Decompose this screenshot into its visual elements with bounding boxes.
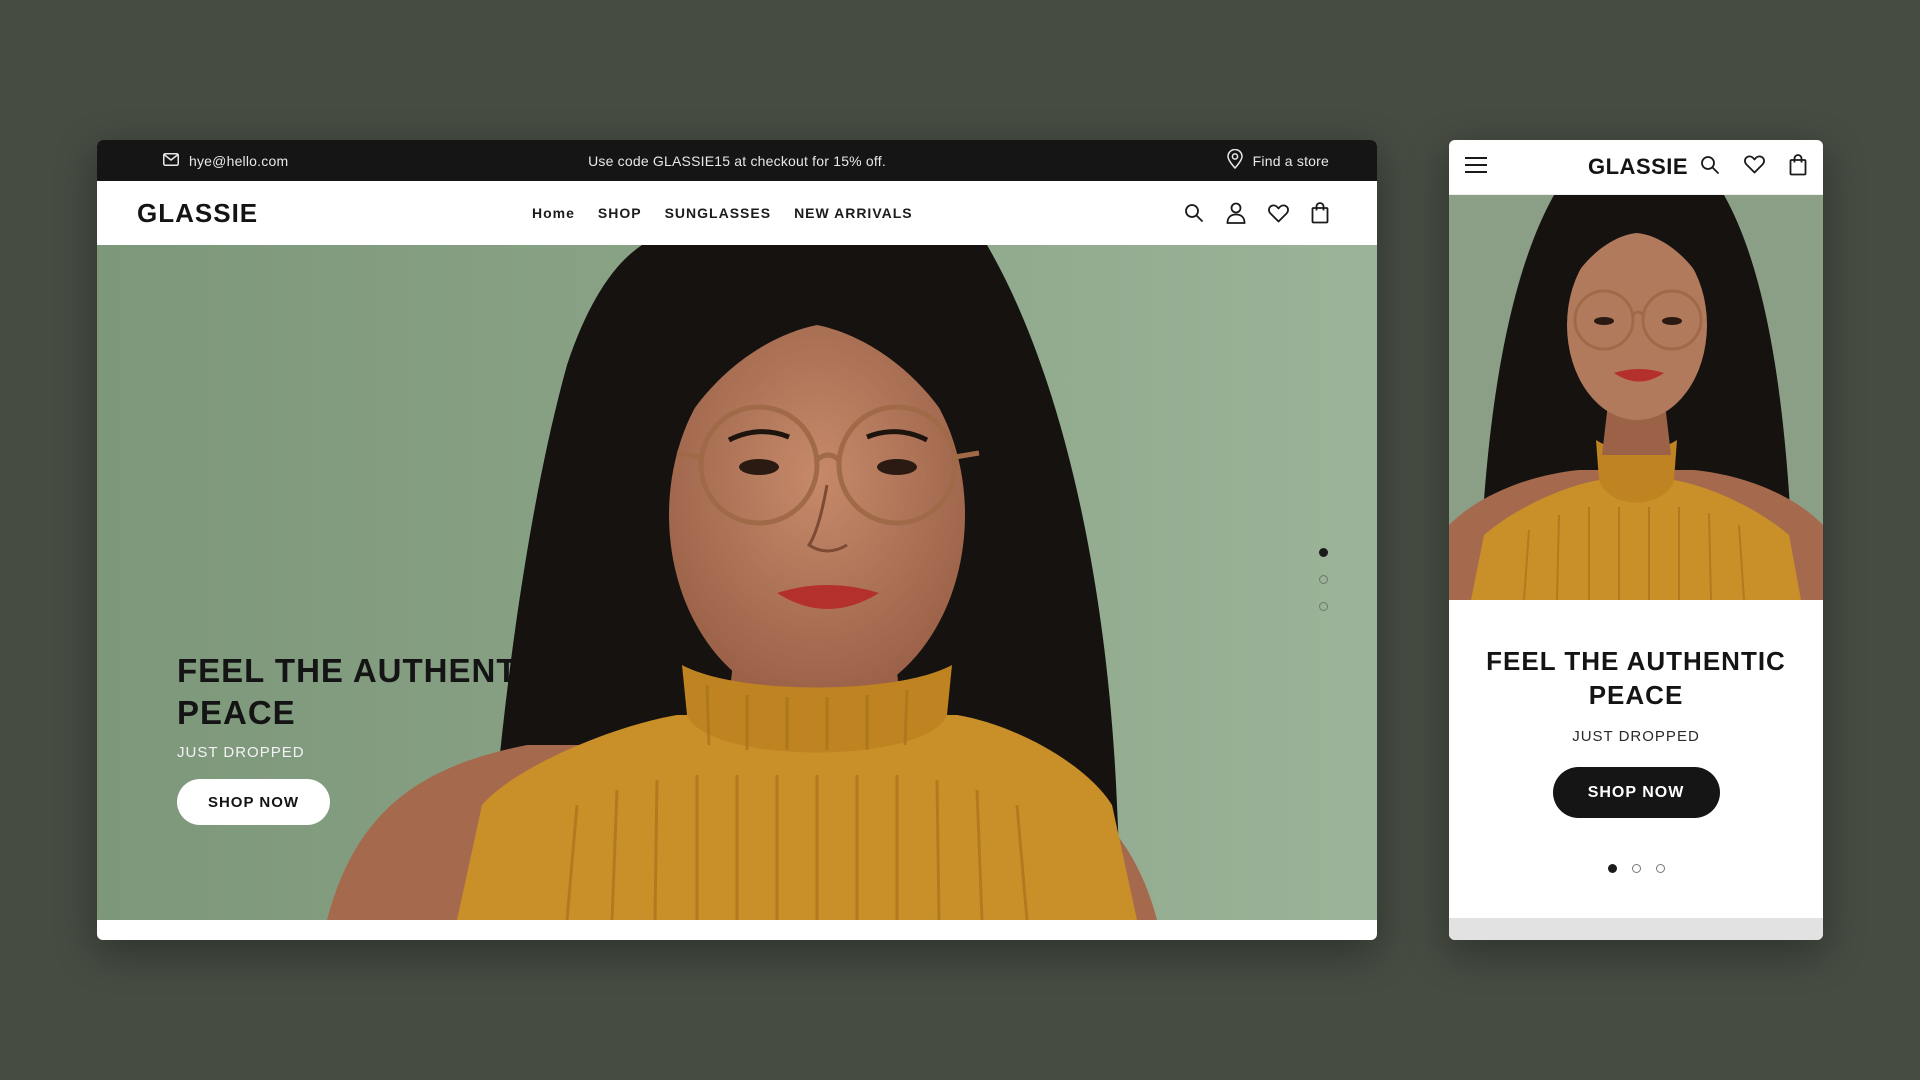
location-pin-icon	[1226, 148, 1243, 172]
heart-icon[interactable]	[1744, 155, 1765, 179]
slide-indicators	[1319, 548, 1328, 611]
mobile-hero-subtitle: JUST DROPPED	[1572, 728, 1700, 745]
nav-shop[interactable]: SHOP	[598, 205, 642, 221]
mobile-slide-dot-3[interactable]	[1655, 864, 1665, 873]
nav-icons	[1184, 202, 1329, 224]
bag-icon[interactable]	[1311, 202, 1329, 224]
mobile-header: GLASSIE	[1449, 140, 1823, 195]
announcement-bar: hye@hello.com Use code GLASSIE15 at chec…	[97, 140, 1377, 181]
nav-new-arrivals[interactable]: NEW ARRIVALS	[794, 205, 913, 221]
mobile-slide-dot-2[interactable]	[1631, 864, 1641, 873]
slide-dot-2[interactable]	[1319, 575, 1328, 584]
email-text: hye@hello.com	[189, 152, 289, 169]
bag-icon[interactable]	[1789, 153, 1807, 181]
hero-title: FEEL THE AUTHENT PEACE	[177, 652, 518, 731]
slide-dot-3[interactable]	[1319, 602, 1328, 611]
main-navigation: GLASSIE Home SHOP SUNGLASSES NEW ARRIVAL…	[97, 181, 1377, 246]
nav-links: Home SHOP SUNGLASSES NEW ARRIVALS	[532, 205, 913, 221]
logo[interactable]: GLASSIE	[137, 198, 258, 229]
nav-sunglasses[interactable]: SUNGLASSES	[665, 205, 771, 221]
mobile-hero-photo	[1449, 195, 1823, 600]
mobile-slide-indicators	[1449, 864, 1823, 873]
hero-subtitle: JUST DROPPED	[177, 744, 305, 761]
desktop-browser-frame: hye@hello.com Use code GLASSIE15 at chec…	[97, 140, 1377, 940]
mobile-hero-title: FEEL THE AUTHENTIC PEACE	[1486, 646, 1786, 710]
promo-text: Use code GLASSIE15 at checkout for 15% o…	[588, 152, 886, 169]
mobile-logo[interactable]: GLASSIE	[1588, 154, 1688, 180]
hero-text-block: FEEL THE AUTHENT PEACE JUST DROPPED SHOP…	[177, 650, 557, 825]
hero-banner: FEEL THE AUTHENT PEACE JUST DROPPED SHOP…	[97, 245, 1377, 920]
mobile-shop-now-button[interactable]: SHOP NOW	[1552, 767, 1720, 818]
mobile-next-section-peek	[1449, 918, 1823, 940]
slide-dot-1[interactable]	[1319, 548, 1328, 557]
contact-email[interactable]: hye@hello.com	[163, 152, 289, 169]
mail-icon	[163, 152, 179, 169]
account-icon[interactable]	[1226, 202, 1246, 224]
search-icon[interactable]	[1700, 155, 1720, 180]
search-icon[interactable]	[1184, 203, 1204, 223]
mobile-hero-content: FEEL THE AUTHENTIC PEACE JUST DROPPED SH…	[1449, 600, 1823, 873]
menu-icon[interactable]	[1465, 156, 1487, 179]
find-store-label: Find a store	[1252, 152, 1329, 169]
mobile-header-icons	[1700, 153, 1807, 181]
nav-home[interactable]: Home	[532, 205, 575, 221]
mobile-frame: GLASSIE FEEL THE AUTHENTIC PEACE JUST DR…	[1449, 140, 1823, 940]
shop-now-button[interactable]: SHOP NOW	[177, 779, 330, 825]
find-store-link[interactable]: Find a store	[1226, 148, 1329, 172]
mobile-slide-dot-1[interactable]	[1607, 864, 1617, 873]
heart-icon[interactable]	[1268, 204, 1289, 223]
